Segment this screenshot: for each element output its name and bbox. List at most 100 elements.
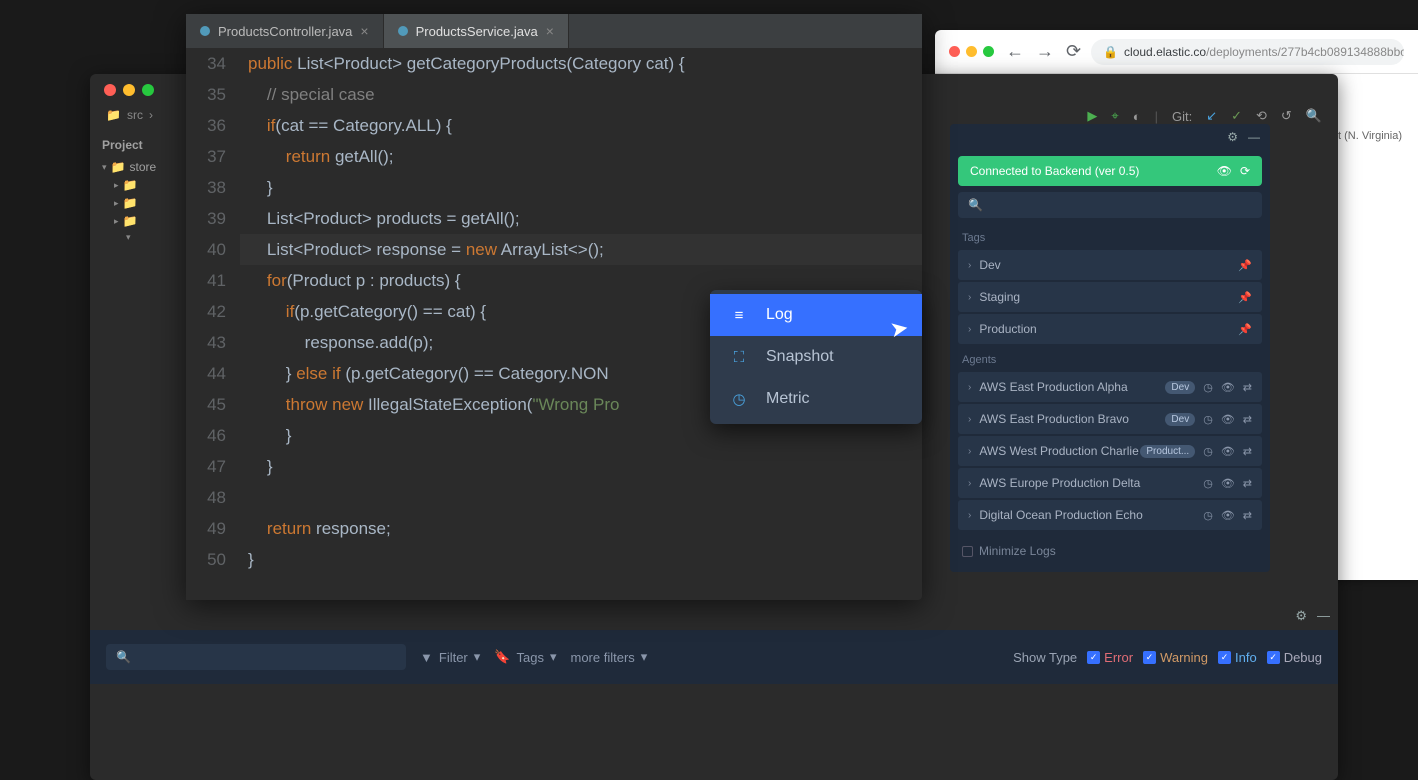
agent-row[interactable]: ›AWS East Production AlphaDev◷👁⇄: [958, 372, 1262, 402]
tags-section-header: Tags: [950, 224, 1270, 248]
chevron-right-icon: ▸: [114, 216, 119, 227]
tags-dropdown[interactable]: 🔖 Tags ▾: [494, 649, 556, 665]
git-update-icon[interactable]: ↙: [1206, 108, 1217, 124]
agent-row[interactable]: ›Digital Ocean Production Echo◷👁⇄: [958, 500, 1262, 530]
tag-icon: 🔖: [494, 649, 510, 665]
funnel-icon: ▼: [420, 650, 433, 665]
log-icon: ≡: [730, 307, 748, 324]
folder-icon: 📁: [106, 108, 121, 122]
back-icon[interactable]: ←: [1006, 41, 1024, 62]
show-type-group: Show Type ✓Error ✓Warning ✓Info ✓Debug: [1013, 650, 1322, 665]
info-checkbox[interactable]: ✓Info: [1218, 650, 1257, 665]
chevron-down-icon: ▾: [126, 232, 131, 243]
eye-icon[interactable]: 👁: [1217, 164, 1232, 178]
minimize-icon[interactable]: [966, 46, 977, 57]
coverage-icon[interactable]: ◐: [1133, 109, 1141, 124]
tag-row[interactable]: ›Production📌: [958, 314, 1262, 344]
browser-nav-buttons: ← → ⟳: [1006, 41, 1081, 62]
context-menu-snapshot[interactable]: ⛶ Snapshot: [710, 336, 922, 378]
folder-icon: 📁: [111, 160, 126, 174]
file-icon: [200, 26, 210, 36]
line-gutter: 3435363738394041424344454647484950: [186, 48, 240, 600]
refresh-icon[interactable]: ⟳: [1240, 164, 1250, 178]
tag-row[interactable]: ›Dev📌: [958, 250, 1262, 280]
metric-icon: ◷: [730, 390, 748, 408]
minimize-icon[interactable]: —: [1248, 130, 1260, 144]
close-icon[interactable]: ×: [360, 23, 368, 39]
more-label: more filters: [570, 650, 634, 665]
folder-icon: 📁: [123, 178, 138, 192]
tab-label: ProductsController.java: [218, 24, 352, 39]
close-icon[interactable]: [949, 46, 960, 57]
forward-icon[interactable]: →: [1036, 41, 1054, 62]
more-filters-dropdown[interactable]: more filters ▾: [570, 649, 647, 665]
banner-icons: 👁 ⟳: [1217, 164, 1250, 178]
tab-label: ProductsService.java: [416, 24, 538, 39]
checkbox-icon: ✓: [1218, 651, 1231, 664]
agent-row[interactable]: ›AWS Europe Production Delta◷👁⇄: [958, 468, 1262, 498]
tree-row[interactable]: ▸📁: [90, 194, 190, 212]
minimize-icon[interactable]: —: [1317, 608, 1330, 624]
debug-checkbox[interactable]: ✓Debug: [1267, 650, 1322, 665]
project-tree: Project ▾📁store ▸📁 ▸📁 ▸📁 ▾: [90, 132, 190, 245]
tree-row[interactable]: ▾📁store: [90, 158, 190, 176]
show-type-label: Show Type: [1013, 650, 1077, 665]
git-history-icon[interactable]: ⟲: [1256, 108, 1267, 124]
close-icon[interactable]: ×: [546, 23, 554, 39]
warning-label: Warning: [1160, 650, 1208, 665]
log-search-input[interactable]: 🔍: [106, 644, 406, 670]
tree-row[interactable]: ▾: [90, 230, 190, 245]
file-icon: [398, 26, 408, 36]
browser-url-bar[interactable]: 🔒cloud.elastic.co/deployments/277b4cb089…: [1091, 39, 1404, 65]
warning-checkbox[interactable]: ✓ Warning: [1143, 650, 1208, 665]
gear-icon[interactable]: ⚙: [1227, 130, 1238, 144]
plugin-side-panel: ⚙ — Connected to Backend (ver 0.5) 👁 ⟳ 🔍…: [950, 124, 1270, 572]
bottom-bar-header: ⚙ —: [1295, 608, 1330, 624]
filter-label: Filter: [439, 650, 468, 665]
context-menu: ≡ Log ⛶ Snapshot ◷ Metric: [710, 290, 922, 424]
tree-row[interactable]: ▸📁: [90, 176, 190, 194]
filter-dropdown[interactable]: ▼Filter▾: [420, 649, 480, 665]
ctx-label: Snapshot: [766, 348, 834, 366]
run-icon[interactable]: ▶: [1087, 108, 1097, 124]
maximize-icon[interactable]: [142, 84, 154, 96]
banner-text: Connected to Backend (ver 0.5): [970, 164, 1139, 178]
error-checkbox[interactable]: ✓Error: [1087, 650, 1133, 665]
git-commit-icon[interactable]: ✓: [1231, 108, 1242, 124]
minimize-logs-checkbox[interactable]: Minimize Logs: [962, 544, 1258, 558]
agent-row[interactable]: ›AWS East Production BravoDev◷👁⇄: [958, 404, 1262, 434]
ctx-label: Metric: [766, 390, 810, 408]
reload-icon[interactable]: ⟳: [1066, 41, 1081, 62]
ide-traffic-lights: [104, 84, 154, 96]
minimize-label: Minimize Logs: [979, 544, 1056, 558]
maximize-icon[interactable]: [983, 46, 994, 57]
browser-traffic-lights: [949, 46, 994, 57]
folder-icon: 📁: [123, 196, 138, 210]
chevron-down-icon: ▾: [550, 649, 557, 665]
side-search-input[interactable]: 🔍: [958, 192, 1262, 218]
folder-icon: 📁: [123, 214, 138, 228]
tree-row[interactable]: ▸📁: [90, 212, 190, 230]
editor-tab[interactable]: ProductsService.java ×: [384, 14, 569, 48]
tag-row[interactable]: ›Staging📌: [958, 282, 1262, 312]
context-menu-metric[interactable]: ◷ Metric: [710, 378, 922, 420]
agents-section-header: Agents: [950, 346, 1270, 370]
checkbox-icon: ✓: [1143, 651, 1156, 664]
checkbox-icon[interactable]: [962, 546, 973, 557]
chevron-right-icon: ›: [149, 108, 153, 122]
git-label: Git:: [1172, 109, 1192, 124]
error-label: Error: [1104, 650, 1133, 665]
agent-row[interactable]: ›AWS West Production CharlieProduct...◷👁…: [958, 436, 1262, 466]
breadcrumb-item[interactable]: src: [127, 108, 143, 122]
gear-icon[interactable]: ⚙: [1295, 608, 1307, 624]
debug-icon[interactable]: ⌖: [1111, 108, 1118, 124]
side-panel-toolbar: ⚙ —: [950, 124, 1270, 150]
editor-tab[interactable]: ProductsController.java ×: [186, 14, 384, 48]
search-icon[interactable]: 🔍: [1306, 108, 1322, 124]
log-filter-bar: ⚙ — 🔍 ▼Filter▾ 🔖Tags▾ more filters▾ Show…: [90, 630, 1338, 684]
close-icon[interactable]: [104, 84, 116, 96]
tags-label: Tags: [516, 650, 543, 665]
git-revert-icon[interactable]: ↺: [1281, 108, 1292, 124]
minimize-icon[interactable]: [123, 84, 135, 96]
chevron-down-icon: ▾: [641, 649, 648, 665]
